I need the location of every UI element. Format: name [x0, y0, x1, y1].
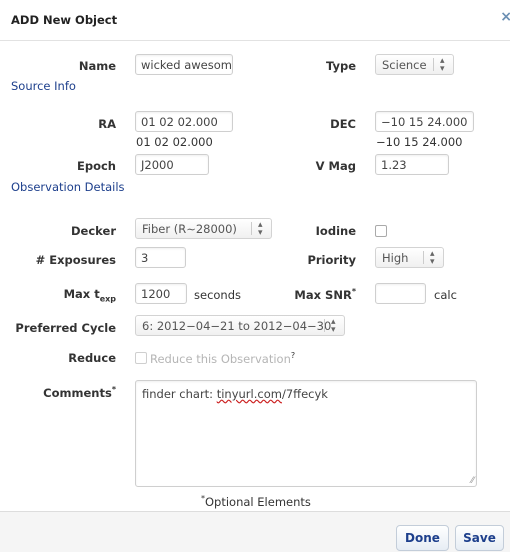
preferred-cycle-value: 6: 2012−04−21 to 2012−04−30 — [142, 319, 332, 333]
preferred-cycle-label: Preferred Cycle — [15, 321, 116, 335]
save-button[interactable]: Save — [455, 525, 504, 551]
iodine-label: Iodine — [315, 224, 356, 238]
max-texp-input[interactable]: 1200 — [135, 283, 187, 304]
decker-select-value: Fiber (R∼28000) — [142, 222, 237, 236]
type-select[interactable]: Science ▴ ▾ — [375, 54, 454, 75]
preferred-cycle-select[interactable]: 6: 2012−04−21 to 2012−04−30 ▴ ▾ — [135, 315, 345, 336]
select-arrows-icon: ▴ ▾ — [430, 249, 435, 267]
select-divider — [433, 58, 434, 71]
select-divider — [324, 319, 325, 332]
decker-select[interactable]: Fiber (R∼28000) ▴ ▾ — [135, 218, 272, 239]
type-label: Type — [325, 59, 356, 73]
select-divider — [423, 251, 424, 264]
resize-handle-icon[interactable]: ⁄⁄ — [471, 476, 474, 486]
vmag-input[interactable]: 1.23 — [375, 154, 449, 175]
exposures-label: # Exposures — [35, 253, 116, 267]
name-label: Name — [78, 59, 116, 73]
type-select-value: Science — [382, 58, 427, 72]
calc-link[interactable]: calc — [434, 288, 457, 302]
max-snr-input[interactable] — [375, 283, 426, 304]
epoch-input[interactable]: J2000 — [135, 154, 209, 175]
epoch-label: Epoch — [77, 159, 116, 173]
seconds-unit-label: seconds — [194, 288, 242, 302]
dialog-title: ADD New Object — [11, 13, 118, 27]
reduce-checkbox[interactable] — [135, 352, 147, 364]
vmag-label: V Mag — [315, 159, 356, 173]
comments-textarea[interactable]: finder chart: tinyurl.com/7ffecyk ⁄⁄ — [135, 380, 477, 487]
reduce-checkbox-label: Reduce this Observation? — [150, 351, 296, 366]
add-object-dialog: ADD New Object × Name wicked awesome tar… — [0, 0, 510, 552]
exposures-input[interactable]: 3 — [135, 247, 186, 268]
max-texp-label: Max texp — [63, 287, 116, 304]
dialog-header: ADD New Object × — [0, 0, 510, 41]
close-icon[interactable]: × — [500, 9, 510, 25]
decker-label: Decker — [71, 224, 116, 238]
priority-select[interactable]: High ▴ ▾ — [375, 247, 444, 268]
dec-parsed-value: −10 15 24.000 — [376, 135, 463, 149]
select-arrows-icon: ▴ ▾ — [331, 317, 336, 335]
dec-input[interactable]: −10 15 24.000 — [375, 111, 474, 132]
comments-label: Comments* — [43, 385, 116, 400]
dec-label: DEC — [330, 117, 356, 131]
misspelled-word: tinyurl.com — [216, 387, 282, 401]
priority-label: Priority — [307, 253, 356, 267]
reduce-label: Reduce — [68, 351, 116, 365]
max-snr-label: Max SNR* — [294, 287, 356, 302]
ra-parsed-value: 01 02 02.000 — [136, 135, 213, 149]
select-arrows-icon: ▴ ▾ — [258, 220, 263, 238]
priority-select-value: High — [382, 251, 409, 265]
optional-elements-note: *Optional Elements — [201, 494, 311, 509]
section-observation-details: Observation Details — [11, 180, 125, 194]
done-button[interactable]: Done — [396, 525, 449, 551]
ra-label: RA — [98, 117, 116, 131]
section-source-info: Source Info — [11, 79, 76, 93]
ra-input[interactable]: 01 02 02.000 — [135, 111, 233, 132]
iodine-checkbox[interactable] — [375, 225, 387, 237]
name-input[interactable]: wicked awesome tar( — [135, 54, 233, 75]
select-arrows-icon: ▴ ▾ — [440, 56, 445, 74]
select-divider — [251, 222, 252, 235]
